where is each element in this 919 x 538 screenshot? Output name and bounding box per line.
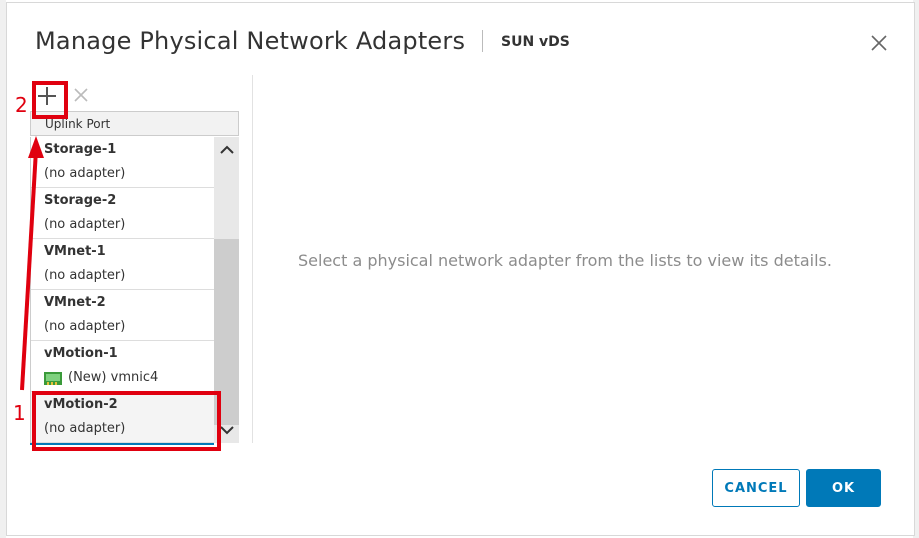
adapter-row: (New) vmnic4 [44,366,215,390]
uplink-name: Storage-2 [44,193,117,208]
annotation-label-2: 2 [15,93,28,117]
scroll-up-button[interactable] [218,141,236,159]
uplink-name: Storage-1 [44,142,117,157]
adapter-label: (no adapter) [44,217,126,232]
chevron-up-icon [220,145,234,154]
adapter-label: (no adapter) [44,268,126,283]
list-item-storage-2[interactable]: Storage-2 (no adapter) [31,188,215,239]
title-separator [482,30,483,52]
adapter-label: (no adapter) [44,319,126,334]
annotation-label-1: 1 [13,401,26,425]
close-button[interactable] [867,31,891,55]
adapter-label: (New) vmnic4 [68,370,159,385]
x-icon [74,88,88,102]
ok-button[interactable]: OK [806,469,881,507]
dialog-title: Manage Physical Network Adapters [35,27,466,55]
details-placeholder: Select a physical network adapter from t… [298,251,832,270]
annotation-box-add [32,81,68,119]
panel-divider [252,75,253,443]
list-item-storage-1[interactable]: Storage-1 (no adapter) [31,137,215,188]
network-card-icon [44,371,62,385]
cancel-button[interactable]: CANCEL [712,469,800,507]
chevron-down-icon [220,426,234,435]
list-item-vmotion-1[interactable]: vMotion-1 (New) vmnic4 [31,341,215,392]
adapter-label: (no adapter) [44,166,126,181]
list-item-vmnet-2[interactable]: VMnet-2 (no adapter) [31,290,215,341]
uplink-name: vMotion-1 [44,346,118,361]
close-icon [871,35,887,51]
uplink-name: VMnet-2 [44,295,106,310]
remove-adapter-button[interactable] [70,84,92,106]
annotation-box-vmotion-2 [32,391,221,451]
list-item-vmnet-1[interactable]: VMnet-1 (no adapter) [31,239,215,290]
uplink-name: VMnet-1 [44,244,106,259]
dialog-subtitle: SUN vDS [501,34,570,50]
